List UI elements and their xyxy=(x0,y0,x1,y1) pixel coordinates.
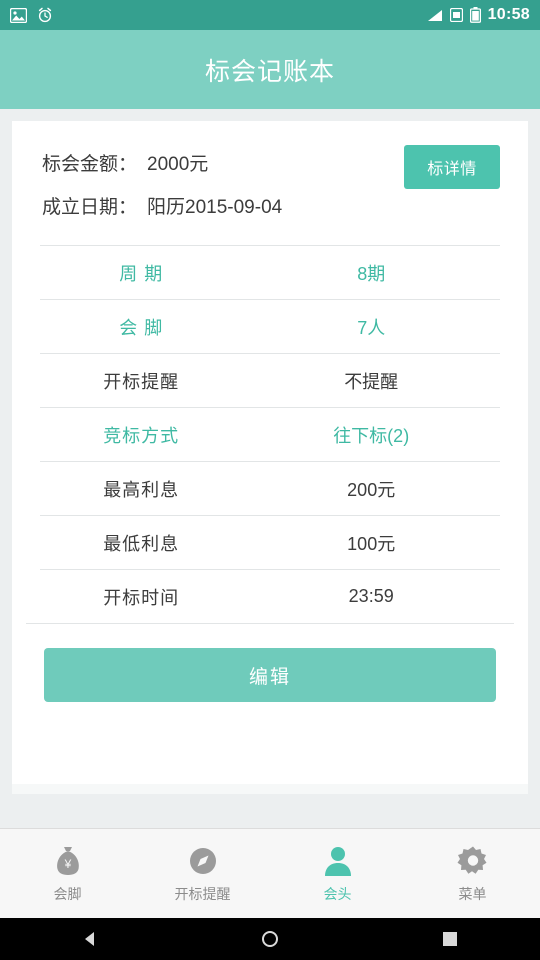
signal-icon xyxy=(427,9,443,22)
row-key: 开标提醒 xyxy=(103,371,180,392)
table-row: 开标提醒 不提醒 xyxy=(40,353,500,407)
detail-card: 标会金额： 2000元 成立日期： 阳历2015-09-04 标详情 周 期 8… xyxy=(12,121,528,784)
date-label: 成立日期： xyxy=(42,197,138,218)
app-title-bar: 标会记账本 xyxy=(0,30,540,109)
row-key: 会 脚 xyxy=(119,317,164,338)
app-screen: 10:58 标会记账本 标会金额： 2000元 成立日期： 阳历2015-09-… xyxy=(0,0,540,960)
row-value: 100元 xyxy=(347,533,396,554)
android-nav-bar xyxy=(0,918,540,960)
alarm-icon xyxy=(37,7,53,23)
tab-huijiao[interactable]: ¥ 会脚 xyxy=(0,829,135,918)
date-value: 阳历2015-09-04 xyxy=(147,197,283,218)
amount-label: 标会金额： xyxy=(42,154,138,175)
summary-section: 标会金额： 2000元 成立日期： 阳历2015-09-04 标详情 xyxy=(26,121,514,245)
money-bag-icon: ¥ xyxy=(53,844,83,878)
home-circle-icon[interactable] xyxy=(249,918,291,960)
edit-button[interactable]: 编辑 xyxy=(44,648,496,702)
status-bar: 10:58 xyxy=(0,0,540,30)
status-bar-clock: 10:58 xyxy=(487,6,530,23)
row-key: 竞标方式 xyxy=(103,425,180,446)
tab-caidan[interactable]: 菜单 xyxy=(405,829,540,918)
person-icon xyxy=(323,844,353,878)
gear-icon xyxy=(457,844,489,878)
content-area: 标会金额： 2000元 成立日期： 阳历2015-09-04 标详情 周 期 8… xyxy=(0,109,540,828)
table-row: 最低利息 100元 xyxy=(40,515,500,569)
tab-kaibiaotixing[interactable]: 开标提醒 xyxy=(135,829,270,918)
compass-icon xyxy=(187,844,219,878)
sim-card-icon xyxy=(449,8,463,22)
row-value: 7人 xyxy=(357,317,386,338)
tab-label: 会头 xyxy=(323,885,352,902)
row-value: 8期 xyxy=(357,263,386,284)
row-value: 200元 xyxy=(347,479,396,500)
tab-label: 菜单 xyxy=(458,885,487,902)
svg-text:¥: ¥ xyxy=(63,857,71,871)
table-row: 会 脚 7人 xyxy=(40,299,500,353)
tab-label: 会脚 xyxy=(53,885,82,902)
tab-label: 开标提醒 xyxy=(174,885,231,902)
tab-huitou[interactable]: 会头 xyxy=(270,829,405,918)
table-row: 最高利息 200元 xyxy=(40,461,500,515)
recents-square-icon[interactable] xyxy=(429,918,471,960)
table-row: 周 期 8期 xyxy=(40,245,500,299)
status-bar-left-icons xyxy=(10,7,53,23)
back-triangle-icon[interactable] xyxy=(69,918,111,960)
amount-value: 2000元 xyxy=(147,154,209,175)
date-row: 成立日期： 阳历2015-09-04 xyxy=(42,192,498,219)
row-value: 不提醒 xyxy=(344,371,399,392)
row-value: 23:59 xyxy=(348,586,394,606)
detail-button[interactable]: 标详情 xyxy=(404,145,500,189)
table-row: 竞标方式 往下标(2) xyxy=(40,407,500,461)
row-key: 最低利息 xyxy=(103,533,180,554)
bottom-tab-bar: ¥ 会脚 开标提醒 会头 菜单 xyxy=(0,828,540,918)
table-row: 开标时间 23:59 xyxy=(40,569,500,623)
edit-button-wrap: 编辑 xyxy=(26,624,514,702)
row-value: 往下标(2) xyxy=(333,425,410,446)
row-key: 周 期 xyxy=(119,263,164,284)
info-table: 周 期 8期 会 脚 7人 开标提醒 不提醒 竞标方式 往下标(2) 最高利息 xyxy=(26,245,514,624)
battery-icon xyxy=(469,7,481,23)
page-title: 标会记账本 xyxy=(204,57,335,86)
status-bar-right-icons: 10:58 xyxy=(427,6,530,24)
image-icon xyxy=(10,7,27,23)
row-key: 最高利息 xyxy=(103,479,180,500)
card-bottom-edge xyxy=(12,784,528,794)
row-key: 开标时间 xyxy=(103,587,180,608)
